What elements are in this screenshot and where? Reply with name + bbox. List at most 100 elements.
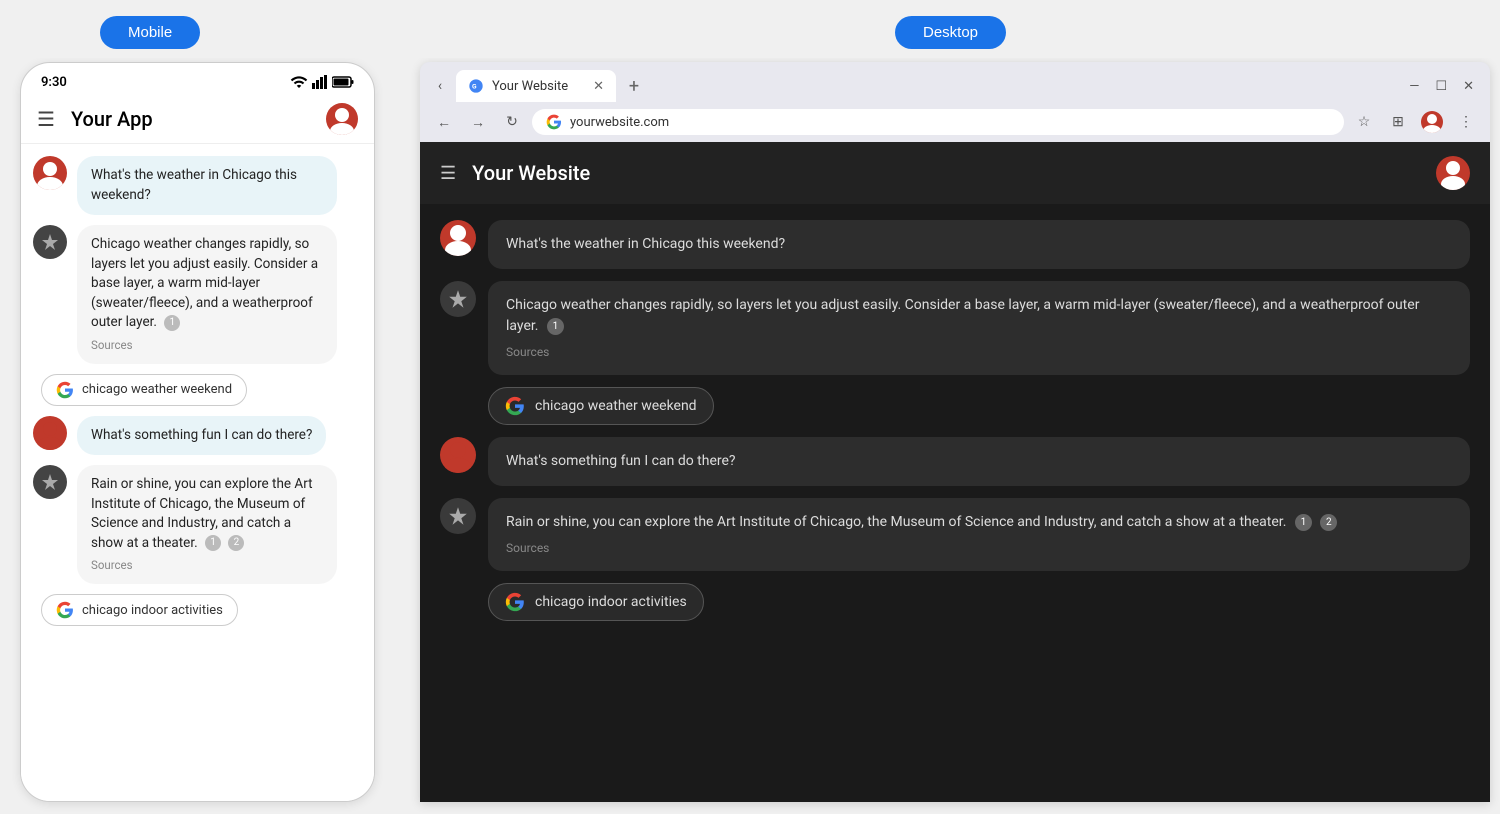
browser-chrome: ‹ G Your Website ✕ + — ☐ ✕ [420,62,1490,142]
mobile-search-chip-1[interactable]: chicago weather weekend [33,374,362,406]
website-title: Your Website [472,161,1436,185]
tab-close-button[interactable]: ✕ [593,79,604,94]
mobile-container: 9:30 [20,62,390,814]
desktop-ai-avatar-2 [440,498,476,534]
svg-text:G: G [472,83,477,91]
desktop-ai-msg-1: Chicago weather changes rapidly, so laye… [440,281,1470,375]
desktop-search-chip-2[interactable]: chicago indoor activities [488,583,704,621]
tab-favicon-icon: G [468,78,484,94]
desktop-user-avatar-2 [440,437,476,473]
desktop-ai-sparkle-icon-2 [447,505,469,527]
desktop-ai-bubble-2: Rain or shine, you can explore the Art I… [488,498,1470,571]
desktop-view-button[interactable]: Desktop [895,16,1006,49]
mobile-user-msg-2: What's something fun I can do there? [33,416,362,456]
mobile-ai-text-1: Chicago weather changes rapidly, so laye… [91,236,318,330]
address-bar[interactable]: yourwebsite.com [532,109,1344,135]
window-minimize-button[interactable]: — [1405,79,1423,94]
desktop-google-logo-1 [505,396,525,416]
browser-action-buttons: ☆ ⊞ ⋮ [1350,108,1480,136]
window-close-button[interactable]: ✕ [1459,79,1478,94]
desktop-ai-msg-2: Rain or shine, you can explore the Art I… [440,498,1470,571]
desktop-ai-sparkle-icon-1 [447,288,469,310]
ai-sparkle-icon-1 [40,232,60,252]
mobile-ai-msg-1: Chicago weather changes rapidly, so laye… [33,225,362,363]
mobile-user-bubble-1: What's the weather in Chicago this weeke… [77,156,337,215]
desktop-user-msg-1: What's the weather in Chicago this weeke… [440,220,1470,269]
back-button[interactable]: ← [430,108,458,136]
extensions-button[interactable]: ⊞ [1384,108,1412,136]
browser-tab-active[interactable]: G Your Website ✕ [456,70,616,102]
desktop-ai-text-2: Rain or shine, you can explore the Art I… [506,514,1286,530]
browser-frame: ‹ G Your Website ✕ + — ☐ ✕ [420,62,1490,802]
hamburger-icon[interactable]: ☰ [37,107,55,131]
desktop-user-msg-2: What's something fun I can do there? [440,437,1470,486]
mobile-user-avatar-chat-1 [33,156,67,190]
mobile-search-chip-2[interactable]: chicago indoor activities [33,594,362,626]
browser-content: ☰ Your Website What's the weather in Chi… [420,142,1490,802]
tab-collapse-button[interactable]: ‹ [428,74,452,98]
bookmark-button[interactable]: ☆ [1350,108,1378,136]
more-options-button[interactable]: ⋮ [1452,108,1480,136]
window-maximize-button[interactable]: ☐ [1431,79,1451,94]
mobile-view-button[interactable]: Mobile [100,16,200,49]
mobile-chat: What's the weather in Chicago this weeke… [21,144,374,801]
desktop-user-bubble-1: What's the weather in Chicago this weeke… [488,220,1470,269]
mobile-ai-msg-2: Rain or shine, you can explore the Art I… [33,465,362,584]
mobile-time: 9:30 [41,75,67,90]
mobile-search-chip-text-1: chicago weather weekend [82,382,232,397]
forward-button[interactable]: → [464,108,492,136]
mobile-user-bubble-2: What's something fun I can do there? [77,416,326,456]
mobile-search-chip-text-2: chicago indoor activities [82,603,223,618]
browser-tab-bar: ‹ G Your Website ✕ + — ☐ ✕ [420,62,1490,102]
mobile-app-header: ☰ Your App [21,95,374,144]
website-user-avatar[interactable] [1436,156,1470,190]
window-controls: — ☐ ✕ [1405,79,1482,94]
mobile-status-bar: 9:30 [21,63,374,95]
website-chat: What's the weather in Chicago this weeke… [420,204,1490,802]
website-header: ☰ Your Website [420,142,1490,204]
mobile-app-title: Your App [71,107,326,131]
desktop-source-badge-1: 1 [547,318,564,335]
mobile-status-icons [290,73,354,91]
ai-sparkle-icon-2 [40,472,60,492]
phone-frame: 9:30 [20,62,375,802]
wifi-icon [290,73,308,91]
mobile-user-avatar-chat-2 [33,416,67,450]
mobile-ai-text-2: Rain or shine, you can explore the Art I… [91,476,313,551]
desktop-ai-bubble-1: Chicago weather changes rapidly, so laye… [488,281,1470,375]
google-logo-1 [56,381,74,399]
mobile-ai-bubble-1: Chicago weather changes rapidly, so laye… [77,225,337,363]
mobile-user-avatar[interactable] [326,103,358,135]
mobile-ai-source-badge-2a: 1 [205,535,221,551]
desktop-search-chip-1[interactable]: chicago weather weekend [488,387,714,425]
signal-icon [312,75,328,89]
mobile-ai-avatar-2 [33,465,67,499]
new-tab-button[interactable]: + [620,72,648,100]
main-content: 9:30 [0,58,1500,814]
desktop-source-badge-2a: 1 [1295,514,1312,531]
top-buttons-row: Mobile Desktop [0,0,1500,58]
browser-controls-row: ← → ↻ yourwebsite.com ☆ ⊞ [420,102,1490,142]
profile-button[interactable] [1418,108,1446,136]
mobile-sources-label-1: Sources [91,337,323,354]
desktop-google-logo-2 [505,592,525,612]
battery-icon [332,76,354,88]
mobile-sources-label-2: Sources [91,557,323,574]
website-menu-icon[interactable]: ☰ [440,163,456,184]
desktop-search-chip-text-1: chicago weather weekend [535,398,697,414]
desktop-container: ‹ G Your Website ✕ + — ☐ ✕ [420,62,1500,814]
desktop-ai-avatar-1 [440,281,476,317]
mobile-ai-bubble-2: Rain or shine, you can explore the Art I… [77,465,337,584]
desktop-ai-text-1: Chicago weather changes rapidly, so laye… [506,297,1419,334]
google-logo-2 [56,601,74,619]
mobile-ai-source-badge-2b: 2 [228,535,244,551]
desktop-source-badge-2b: 2 [1320,514,1337,531]
mobile-user-msg-1: What's the weather in Chicago this weeke… [33,156,362,215]
reload-button[interactable]: ↻ [498,108,526,136]
address-text: yourwebsite.com [570,115,1330,130]
desktop-search-chip-text-2: chicago indoor activities [535,594,687,610]
mobile-ai-avatar-1 [33,225,67,259]
desktop-sources-label-2: Sources [506,539,1452,557]
mobile-ai-source-badge-1: 1 [164,315,180,331]
browser-tab-title: Your Website [492,79,585,94]
